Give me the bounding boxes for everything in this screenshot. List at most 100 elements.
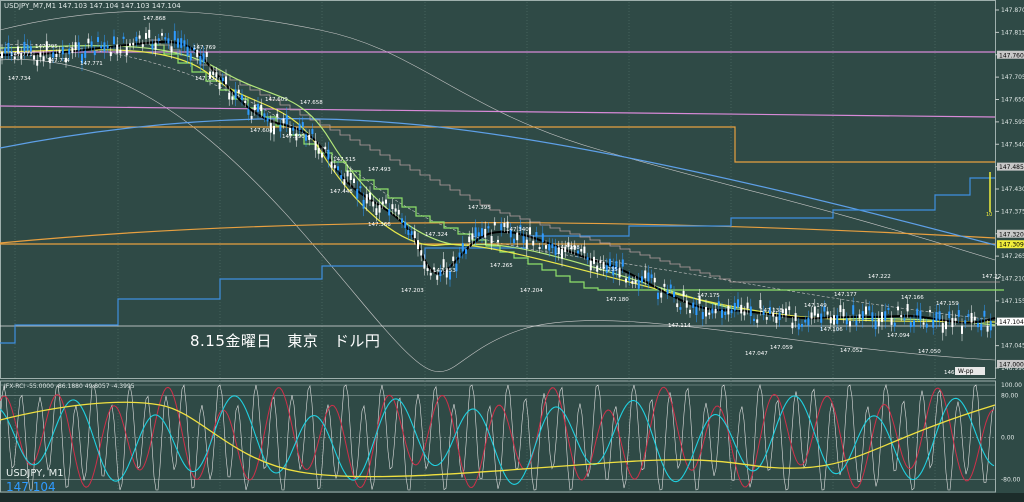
price-annotation: 147.604 — [250, 128, 273, 134]
candle-body — [589, 260, 592, 271]
candle-body — [407, 230, 410, 235]
candle-body — [241, 94, 243, 101]
candle-body — [77, 42, 80, 51]
candle-body — [125, 46, 128, 56]
candle-body — [426, 268, 429, 271]
price-chart[interactable]: 147.868 147.795147.773 147.774 147.771 147.7… — [0, 0, 1024, 502]
candle-body — [61, 46, 64, 55]
price-annotation: 147.138 — [760, 308, 783, 314]
candle-body — [919, 310, 922, 321]
candle-body — [231, 96, 234, 100]
candle-body — [372, 201, 375, 207]
candle-body — [247, 109, 250, 115]
trading-chart-window: 147.868 147.795 147.773 147.774 147.771 147.7… — [0, 0, 1024, 502]
candle-body — [442, 259, 445, 268]
candle-body — [311, 128, 314, 134]
candle-body — [321, 152, 323, 158]
candle-body — [39, 52, 42, 58]
candle-body — [186, 46, 189, 57]
candle-body — [983, 310, 986, 317]
candle-body — [701, 312, 704, 320]
candle-body — [276, 113, 279, 118]
candle-body — [493, 221, 496, 226]
indicator-tick-label: 0.00 — [1001, 435, 1015, 442]
candle-body — [135, 36, 138, 42]
indicator-tick-label: 100.00 — [1001, 382, 1022, 389]
price-badge-label: 147.760 — [999, 52, 1024, 59]
candle-body — [285, 114, 288, 125]
candle-body — [29, 46, 32, 52]
candle-body — [765, 317, 768, 320]
candle-body — [618, 267, 621, 278]
candle-body — [132, 42, 135, 46]
candle-body — [199, 56, 202, 65]
candle-body — [180, 38, 183, 48]
price-annotation: 147.106 — [820, 327, 843, 333]
candle-body — [375, 208, 378, 216]
candle-body — [845, 318, 848, 325]
indicator-tick-label: -80.00 — [1001, 477, 1021, 484]
chart-headline: 8.15金曜日 東京 ドル円 — [190, 332, 381, 350]
candle-body — [381, 201, 384, 205]
candle-body — [804, 320, 807, 323]
candle-body — [420, 250, 423, 256]
candle-body — [897, 306, 899, 311]
candle-body — [244, 100, 247, 103]
candle-body — [279, 124, 282, 132]
candle-body — [100, 45, 103, 49]
candle-body — [871, 312, 874, 321]
wpp-tag-label: W-pp — [958, 368, 974, 375]
candle-body — [525, 239, 528, 249]
candle-body — [58, 50, 61, 53]
candle-body — [989, 321, 992, 331]
candle-body — [881, 312, 883, 322]
price-annotation: 147.175 — [697, 293, 720, 299]
price-annotation: 147.253 — [433, 268, 456, 274]
candle-body — [327, 149, 330, 160]
band-mid — [0, 44, 996, 321]
candle-body — [468, 236, 471, 243]
candle-body — [593, 256, 595, 264]
candle-body — [826, 311, 829, 315]
moving-averages — [0, 40, 996, 326]
candle-body — [401, 218, 403, 223]
indicator-header: JFX-RCI -55.0000 -86.1880 49.8057 -4.399… — [4, 383, 135, 390]
price-annotation: 147.493 — [368, 167, 391, 173]
candle-body — [177, 38, 179, 48]
candle-body — [173, 31, 176, 41]
candle-body — [423, 261, 426, 269]
candle-body — [970, 313, 973, 323]
bottom-scroll-bar[interactable] — [0, 493, 1024, 502]
candle-body — [753, 318, 755, 322]
candle-body — [129, 43, 131, 46]
candle-body — [490, 236, 493, 244]
candle-body — [948, 311, 951, 319]
price-annotation: 147.177 — [834, 292, 857, 298]
candle-body — [397, 209, 400, 215]
candle-body — [749, 306, 752, 317]
candle-body — [119, 50, 122, 54]
candle-body — [452, 256, 455, 261]
candle-body — [74, 42, 77, 51]
candle-body — [935, 312, 938, 322]
candle-body — [884, 311, 887, 321]
candle-body — [167, 38, 170, 44]
price-tick-label: 147.540 — [1001, 141, 1024, 148]
candle-body — [522, 236, 525, 243]
candle-body — [849, 321, 851, 327]
price-annotation: 147.159 — [936, 301, 959, 307]
candle-body — [23, 41, 26, 52]
candle-body — [458, 252, 461, 258]
ma-yellow — [0, 49, 996, 323]
horizontal-levels — [0, 51, 996, 327]
current-price-label: 147.104 — [6, 480, 56, 494]
candle-body — [980, 323, 983, 331]
candle-body — [695, 306, 698, 316]
candle-body — [417, 240, 419, 250]
candle-body — [263, 113, 266, 118]
candle-body — [839, 305, 842, 313]
price-annotation: 147.771 — [80, 61, 103, 67]
candle-body — [26, 45, 29, 51]
candle-body — [977, 322, 979, 328]
candle-body — [151, 44, 154, 50]
